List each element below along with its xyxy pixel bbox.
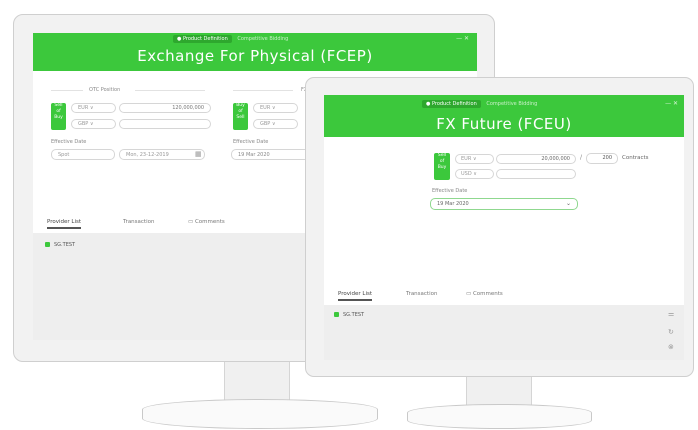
divider [51,90,83,91]
front-monitor-screen: ● Product Definition Competitive Bidding… [324,95,684,360]
back-monitor-stand-neck [224,362,290,402]
currency-select[interactable]: GBP ∨ [71,119,116,129]
provider-list-panel [324,305,684,360]
settings-sliders-icon[interactable]: ⚌ [668,310,674,318]
back-monitor-stand-base [142,399,378,429]
window-controls[interactable]: — ✕ [456,35,469,42]
provider-name: SG.TEST [343,312,365,318]
app-header: ● Product Definition Competitive Bidding… [324,95,684,137]
buy-sell-toggle[interactable]: Buy of Sell [233,103,248,130]
currency-select[interactable]: EUR ∨ [71,103,116,113]
sell-buy-toggle[interactable]: Sell of Buy [51,103,66,130]
currency-select[interactable]: USD ∨ [455,169,494,179]
effective-date-label: Effective Date [51,139,87,145]
amount-input[interactable] [119,119,211,129]
divider [233,90,293,91]
page-title: Exchange For Physical (FCEP) [137,47,373,65]
effective-date-label: Effective Date [432,188,468,194]
sell-buy-toggle[interactable]: Sell of Buy [434,153,450,180]
tab-provider-list[interactable]: Provider List [47,219,82,229]
section-title: OTC Position [89,87,121,93]
tab-product-definition[interactable]: ● Product Definition [422,100,481,108]
app-header: ● Product Definition Competitive Bidding… [33,33,477,71]
currency-select[interactable]: EUR ∨ [253,103,298,113]
tab-comments[interactable]: ▭ Comments [188,219,225,225]
tab-product-definition[interactable]: ● Product Definition [173,35,232,43]
effective-date-select[interactable]: Spot [51,149,115,160]
date-input[interactable]: 19 Mar 2020 [231,149,311,160]
tab-comments[interactable]: ▭ Comments [466,291,503,297]
refresh-icon[interactable]: ↻ [668,328,674,336]
front-monitor-stand-base [407,404,592,429]
tab-transaction[interactable]: Transaction [123,219,154,225]
tab-provider-list[interactable]: Provider List [338,291,373,301]
page-title: FX Future (FCEU) [436,115,572,133]
front-monitor-stand-neck [466,377,532,407]
date-input[interactable]: Mon, 23-12-2019 [119,149,205,160]
contracts-input[interactable]: 200 [586,153,618,164]
chevron-down-icon: ⌄ [565,200,571,207]
amount-input[interactable]: 120,000,000 [119,103,211,113]
effective-date-select[interactable]: 19 Mar 2020 ⌄ [430,198,578,210]
effective-date-label: Effective Date [233,139,269,145]
slash-separator: / [580,154,583,161]
currency-select[interactable]: EUR ∨ [455,154,494,164]
comment-icon: ▭ [466,291,472,297]
close-circle-icon[interactable]: ⊗ [668,343,674,351]
tab-competitive-bidding[interactable]: Competitive Bidding [237,36,288,42]
contracts-label: Contracts [622,155,649,161]
tab-transaction[interactable]: Transaction [406,291,437,297]
comment-icon: ▭ [188,219,194,225]
currency-select[interactable]: GBP ∨ [253,119,298,129]
amount-input[interactable]: 20,000,000 [496,154,576,164]
amount-input[interactable] [496,169,576,179]
calendar-icon[interactable]: ▦ [195,150,202,158]
checkbox-icon[interactable] [45,242,50,247]
provider-name: SG.TEST [54,242,76,248]
window-controls[interactable]: — ✕ [665,100,678,107]
tab-competitive-bidding[interactable]: Competitive Bidding [486,101,537,107]
checkbox-icon[interactable] [334,312,339,317]
divider [135,90,205,91]
